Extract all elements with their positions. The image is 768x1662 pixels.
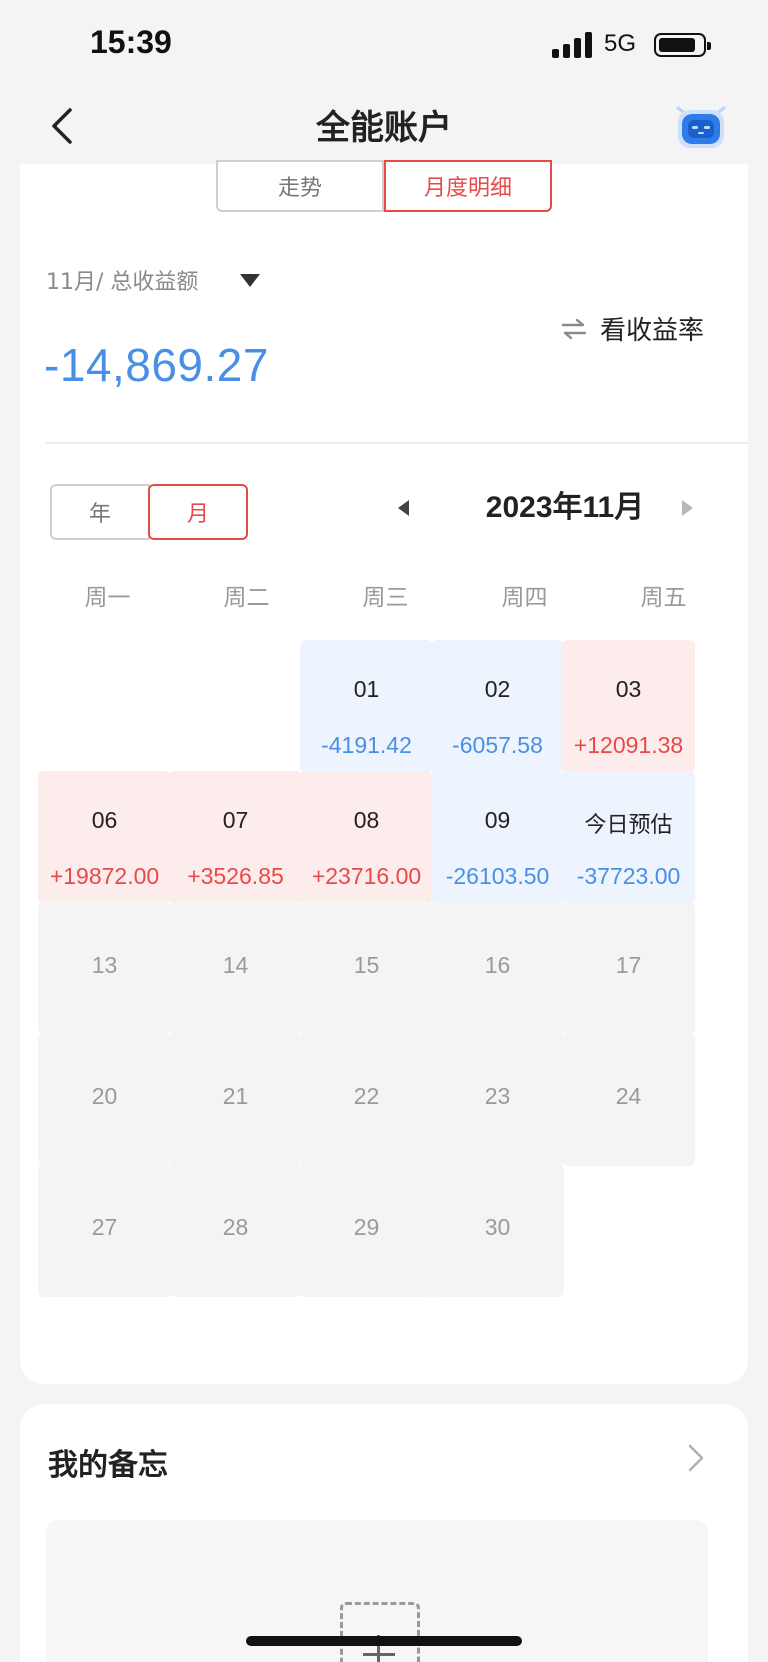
calendar-day-cell[interactable]: 13 [38,902,171,1035]
swap-icon [561,318,587,339]
tab-monthly-detail[interactable]: 月度明细 [384,160,552,212]
calendar-day-cell[interactable]: 07 +3526.85 [169,771,302,904]
calendar-day-label: 16 [484,952,511,978]
calendar-month-title: 2023年11月 [485,491,645,524]
weekday-header: 周一 周二 周三 周四 周五 [38,578,733,612]
calendar-day-cell[interactable]: 17 [562,902,695,1035]
calendar-day-cell[interactable]: 20 [38,1033,171,1166]
status-bar: 15:39 5G [0,0,768,92]
calendar-day-cell[interactable]: 22 [300,1033,433,1166]
calendar-day-label: 20 [91,1083,118,1109]
calendar-day-label: 02 [484,676,511,702]
calendar-day-income: +3526.85 [187,863,284,889]
calendar-day-cell[interactable]: 23 [431,1033,564,1166]
calendar-day-cell[interactable]: 02 -6057.58 [431,640,564,773]
calendar-day-income: +12091.38 [573,732,684,758]
next-month-icon[interactable] [682,500,693,516]
tab-trend[interactable]: 走势 [216,160,384,212]
view-tabs: 走势 月度明细 [216,160,552,212]
weekday-label: 周五 [640,585,687,611]
calendar-day-cell[interactable]: 29 [300,1164,433,1297]
calendar-day-label: 15 [353,952,380,978]
chevron-right-icon[interactable] [684,1440,708,1476]
calendar-day-cell[interactable]: 01 -4191.42 [300,640,433,773]
switch-label: 看收益率 [600,316,705,346]
calendar-day-label: 23 [484,1083,511,1109]
home-indicator [246,1636,522,1646]
calendar-day-label: 06 [91,807,118,833]
period-toggle: 年 月 [50,484,248,540]
page-title: 全能账户 [316,108,452,148]
metric-selector-label[interactable]: 11月/ 总收益额 [46,264,198,296]
calendar-day-label: 今日预估 [584,813,673,838]
chevron-left-icon[interactable] [44,104,84,148]
calendar-day-income: +19872.00 [49,863,160,889]
nav-bar: 全能账户 [0,92,768,164]
calendar-day-cell[interactable]: 24 [562,1033,695,1166]
weekday-label: 周二 [223,585,270,611]
income-card: 走势 月度明细 11月/ 总收益额 看收益率 -14,869.27 年 月 20… [20,160,748,1384]
signal-icon [552,32,594,58]
network-label: 5G [604,30,637,57]
memo-title: 我的备忘 [48,1448,168,1483]
calendar-day-label: 28 [222,1214,249,1240]
status-time: 15:39 [90,24,172,60]
calendar-day-cell[interactable]: 今日预估 -37723.00 [562,771,695,904]
calendar-day-label: 29 [353,1214,380,1240]
memo-card: 我的备忘 [20,1404,748,1662]
calendar-day-label: 09 [484,807,511,833]
calendar-day-cell[interactable]: 09 -26103.50 [431,771,564,904]
calendar-day-label: 17 [615,952,642,978]
calendar-day-label: 30 [484,1214,511,1240]
battery-icon [654,33,711,57]
calendar-day-cell[interactable]: 14 [169,902,302,1035]
calendar-day-income: -6057.58 [452,732,543,758]
calendar-day-label: 01 [353,676,380,702]
year-toggle-button[interactable]: 年 [50,484,150,540]
weekday-label: 周四 [501,585,548,611]
calendar-day-cell[interactable]: 28 [169,1164,302,1297]
calendar-day-cell[interactable]: 27 [38,1164,171,1297]
calendar-day-label: 08 [353,807,380,833]
calendar-day-income: +23716.00 [311,863,422,889]
calendar-day-cell[interactable]: 21 [169,1033,302,1166]
triangle-down-icon[interactable] [240,274,260,287]
divider [46,442,748,444]
month-toggle-button[interactable]: 月 [148,484,248,540]
calendar-day-label: 13 [91,952,118,978]
calendar-day-cell[interactable]: 06 +19872.00 [38,771,171,904]
robot-icon[interactable] [672,100,730,152]
previous-month-icon[interactable] [398,500,409,516]
calendar-day-cell[interactable]: 08 +23716.00 [300,771,433,904]
calendar-day-income: -37723.00 [576,863,681,889]
calendar-day-cell[interactable]: 15 [300,902,433,1035]
calendar-day-label: 24 [615,1083,642,1109]
calendar-day-label: 27 [91,1214,118,1240]
calendar-day-cell[interactable]: 30 [431,1164,564,1297]
calendar-day-cell[interactable]: 03 +12091.38 [562,640,695,773]
calendar-day-label: 07 [222,807,249,833]
calendar-day-label: 14 [222,952,249,978]
add-icon[interactable] [340,1602,420,1662]
calendar-day-cell[interactable]: 16 [431,902,564,1035]
switch-to-rate-button[interactable]: 看收益率 [560,310,704,347]
calendar-day-label: 03 [615,676,642,702]
calendar-day-label: 21 [222,1083,249,1109]
calendar-day-income: -4191.42 [321,732,412,758]
weekday-label: 周一 [84,585,131,611]
calendar-day-label: 22 [353,1083,380,1109]
weekday-label: 周三 [362,585,409,611]
calendar-day-income: -26103.50 [445,863,550,889]
total-income-value: -14,869.27 [44,339,269,391]
